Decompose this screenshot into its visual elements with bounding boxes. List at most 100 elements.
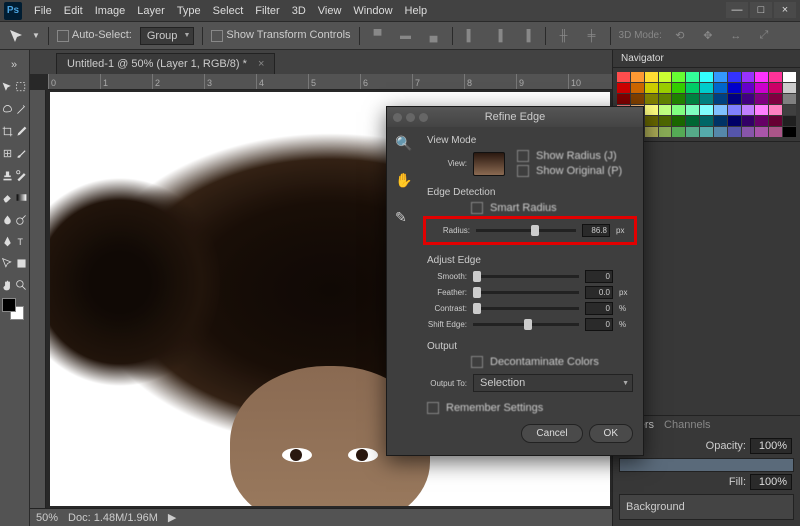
shape-tool[interactable] [14,252,28,274]
color-swatch[interactable] [783,105,796,115]
color-swatch[interactable] [686,105,699,115]
dodge-tool[interactable] [14,208,28,230]
show-original-checkbox[interactable]: Show Original (P) [517,165,622,177]
zoom-level[interactable]: 50% [36,512,58,524]
background-layer[interactable]: Background [619,494,794,520]
remember-settings-checkbox[interactable]: Remember Settings [427,402,633,414]
color-swatch[interactable] [742,105,755,115]
radius-value[interactable]: 86.8 [582,224,610,237]
window-maximize-button[interactable]: □ [750,2,772,18]
crop-tool[interactable] [0,120,14,142]
path-tool[interactable] [0,252,14,274]
color-swatch[interactable] [672,72,685,82]
color-swatch[interactable] [617,83,630,93]
opacity-value[interactable]: 100% [750,438,792,454]
color-swatch[interactable] [672,94,685,104]
color-swatch[interactable] [659,127,672,137]
menu-view[interactable]: View [312,5,348,17]
color-swatch[interactable] [631,72,644,82]
menu-select[interactable]: Select [207,5,250,17]
menu-3d[interactable]: 3D [286,5,312,17]
menu-window[interactable]: Window [347,5,398,17]
zoom-tool-icon[interactable]: 🔍 [395,135,412,152]
color-swatch-control[interactable] [0,296,29,324]
hand-tool[interactable] [0,274,14,296]
color-swatch[interactable] [783,116,796,126]
feather-slider[interactable] [473,291,579,294]
color-swatch[interactable] [714,127,727,137]
color-swatch[interactable] [742,127,755,137]
foreground-color-swatch[interactable] [2,298,16,312]
3d-orbit-icon[interactable]: ⟲ [670,26,690,46]
color-swatch[interactable] [714,105,727,115]
color-swatch[interactable] [631,94,644,104]
color-swatch[interactable] [659,72,672,82]
color-swatch[interactable] [728,94,741,104]
color-swatch[interactable] [686,127,699,137]
color-swatch[interactable] [769,72,782,82]
distribute-h-icon[interactable]: ╫ [554,26,574,46]
hand-tool-icon[interactable]: ✋ [395,172,412,189]
color-swatch[interactable] [659,116,672,126]
lasso-tool[interactable] [0,98,14,120]
smart-radius-checkbox[interactable]: Smart Radius [471,202,633,214]
move-tool[interactable] [0,76,14,98]
arrow-down-icon[interactable]: ▼ [32,31,40,40]
color-swatch[interactable] [645,94,658,104]
color-swatch[interactable] [755,72,768,82]
color-swatch[interactable] [672,116,685,126]
fill-value[interactable]: 100% [750,474,792,490]
color-swatch[interactable] [742,72,755,82]
window-close-button[interactable]: × [774,2,796,18]
traffic-light-icons[interactable] [393,113,428,122]
color-swatch[interactable] [714,83,727,93]
color-swatch[interactable] [645,105,658,115]
decontaminate-checkbox[interactable]: Decontaminate Colors [471,356,633,368]
color-swatch[interactable] [686,72,699,82]
dialog-titlebar[interactable]: Refine Edge [387,107,643,127]
color-swatch[interactable] [617,94,630,104]
menu-type[interactable]: Type [171,5,207,17]
color-swatch[interactable] [783,72,796,82]
zoom-tool[interactable] [14,274,28,296]
color-swatch[interactable] [714,116,727,126]
color-swatch[interactable] [769,116,782,126]
menu-file[interactable]: File [28,5,58,17]
menu-layer[interactable]: Layer [131,5,171,17]
shift-edge-slider[interactable] [473,323,579,326]
3d-slide-icon[interactable]: ↔ [726,26,746,46]
color-swatch[interactable] [617,72,630,82]
color-swatch[interactable] [700,83,713,93]
color-swatch[interactable] [645,83,658,93]
3d-pan-icon[interactable]: ✥ [698,26,718,46]
menu-help[interactable]: Help [399,5,434,17]
color-swatch[interactable] [672,83,685,93]
menu-edit[interactable]: Edit [58,5,89,17]
color-swatch[interactable] [700,94,713,104]
color-swatch[interactable] [700,116,713,126]
color-swatch[interactable] [755,105,768,115]
color-swatch[interactable] [659,105,672,115]
stamp-tool[interactable] [0,164,14,186]
auto-select-dropdown[interactable]: Group [140,27,195,45]
color-swatch[interactable] [728,105,741,115]
eyedropper-tool[interactable] [14,120,28,142]
color-swatch[interactable] [645,127,658,137]
history-brush-tool[interactable] [14,164,28,186]
tab-handle-icon[interactable]: » [0,54,28,76]
color-swatch[interactable] [742,116,755,126]
align-left-icon[interactable]: ▌ [461,26,481,46]
smooth-value[interactable]: 0 [585,270,613,283]
menu-image[interactable]: Image [89,5,132,17]
channels-tab[interactable]: Channels [664,419,710,431]
blur-tool[interactable] [0,208,14,230]
color-swatch[interactable] [783,94,796,104]
align-bottom-icon[interactable]: ▄ [424,26,444,46]
view-thumbnail[interactable] [473,152,505,176]
color-swatch[interactable] [728,83,741,93]
align-center-icon[interactable]: ▐ [489,26,509,46]
eraser-tool[interactable] [0,186,14,208]
distribute-v-icon[interactable]: ╪ [582,26,602,46]
color-swatch[interactable] [769,105,782,115]
heal-tool[interactable] [0,142,14,164]
